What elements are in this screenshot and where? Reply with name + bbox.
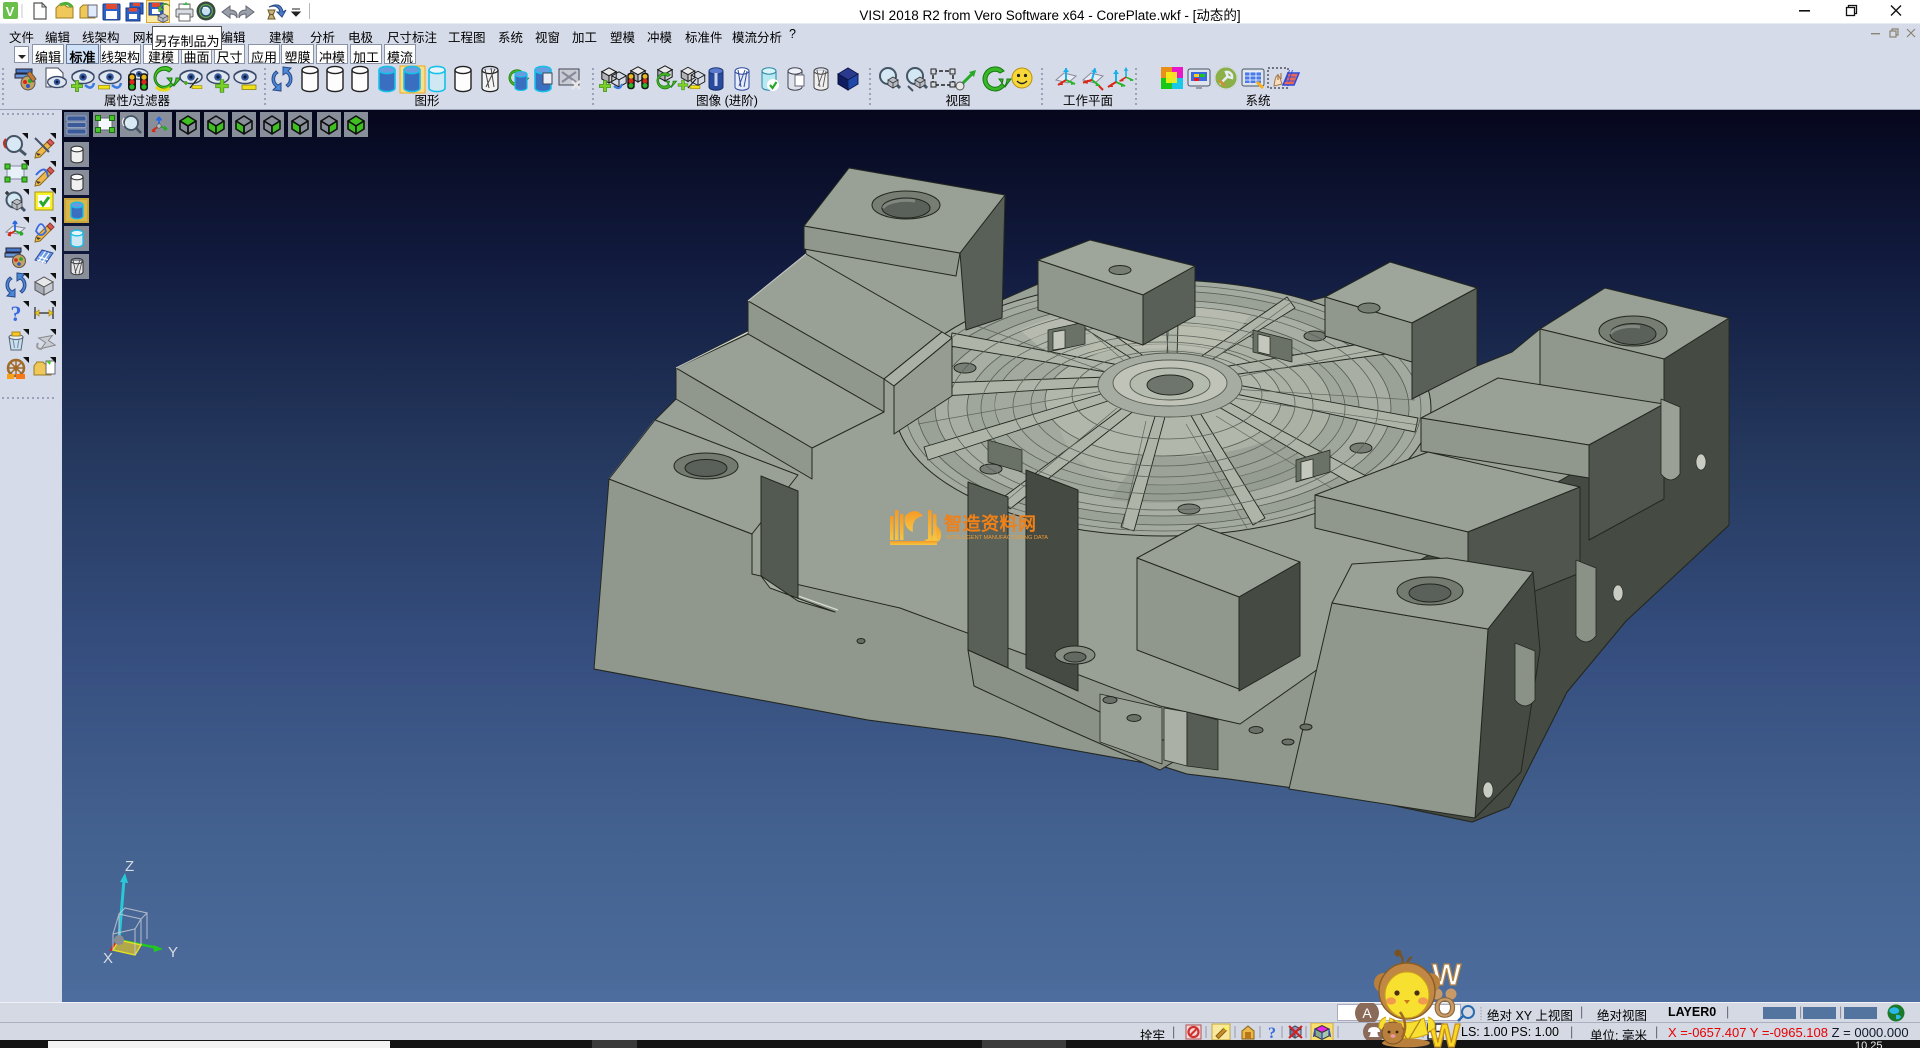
svg-text:INTELLIGENT MANUFACTURING DATA: INTELLIGENT MANUFACTURING DATA: [946, 535, 1048, 541]
svg-text:工作平面: 工作平面: [1063, 94, 1113, 108]
svg-text:X: X: [103, 950, 113, 967]
svg-text:Y: Y: [168, 944, 178, 961]
svg-text:视图: 视图: [945, 93, 970, 108]
svg-text:?: ?: [1268, 1025, 1276, 1041]
svg-text:系统: 系统: [1245, 94, 1270, 108]
svg-text:?: ?: [11, 301, 22, 326]
svg-text:图形: 图形: [414, 94, 440, 108]
svg-text:属性/过滤器: 属性/过滤器: [104, 94, 170, 108]
svg-text:智造资料网: 智造资料网: [944, 513, 1037, 534]
svg-text:V: V: [6, 4, 15, 19]
svg-text:Z: Z: [125, 858, 134, 875]
svg-text:图像 (进阶): 图像 (进阶): [696, 94, 758, 108]
